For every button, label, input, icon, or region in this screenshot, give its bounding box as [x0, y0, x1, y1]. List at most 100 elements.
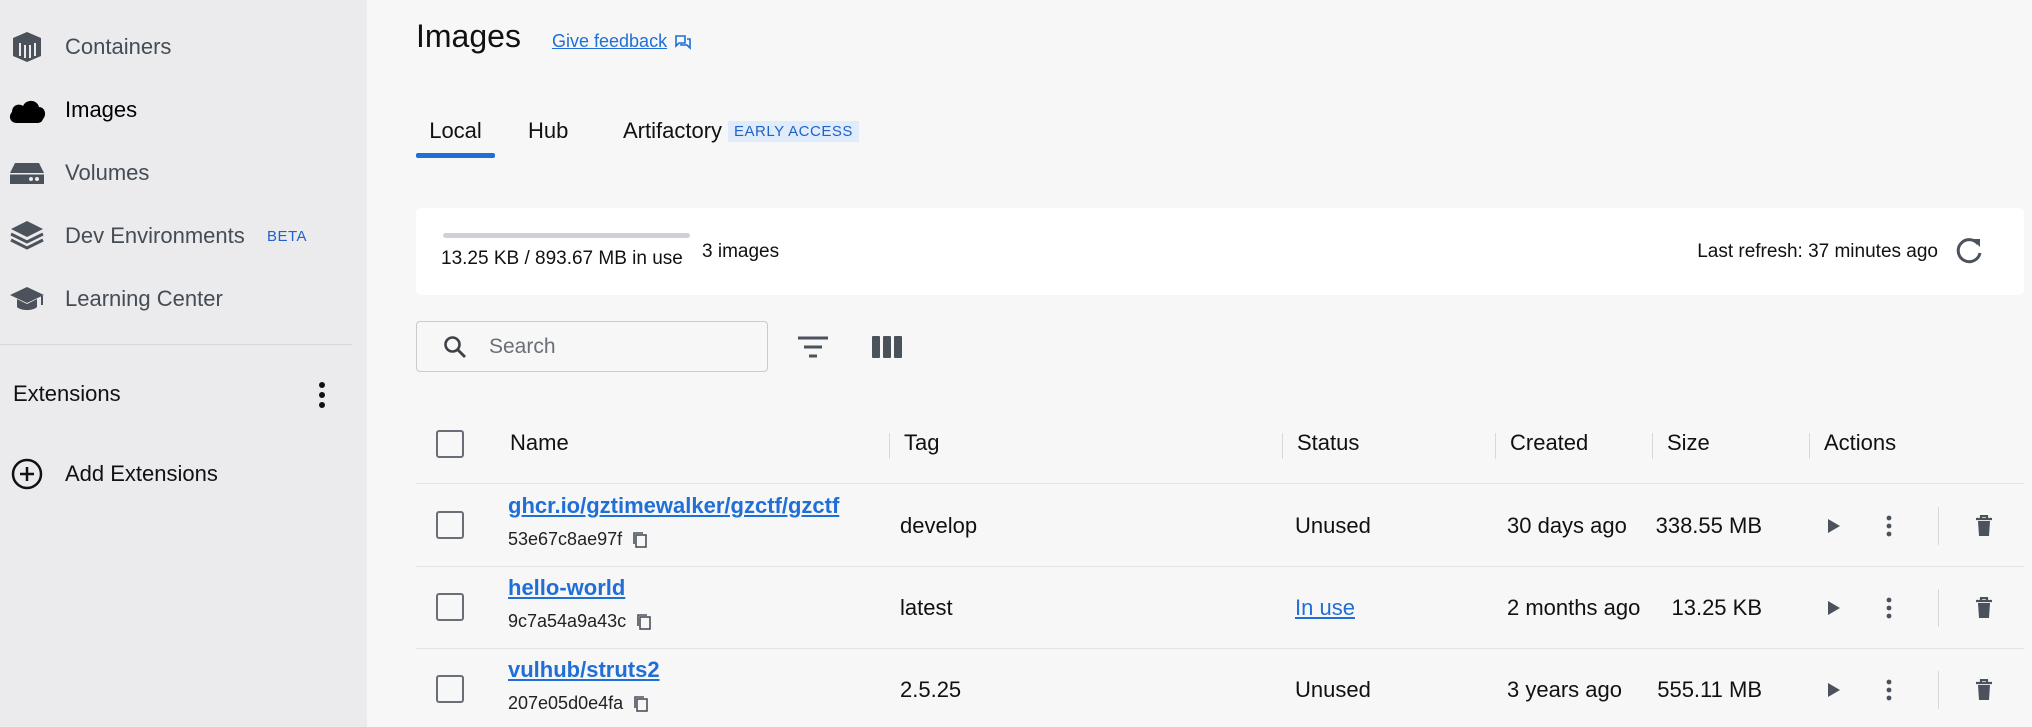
search-icon — [443, 335, 467, 359]
table-row: vulhub/struts2 207e05d0e4fa 2.5.25 Unuse… — [416, 649, 2024, 727]
sidebar-item-volumes[interactable]: Volumes — [0, 143, 367, 203]
dev-environments-icon — [6, 215, 48, 257]
delete-button[interactable] — [1969, 593, 1999, 623]
add-circle-icon — [10, 457, 44, 491]
table-row: hello-world 9c7a54a9a43c latest In use 2… — [416, 567, 2024, 649]
image-size: 555.11 MB — [1657, 677, 1762, 702]
column-header-created[interactable]: Created — [1510, 430, 1588, 456]
image-id-text: 207e05d0e4fa — [508, 693, 624, 713]
column-separator — [889, 433, 890, 459]
row-more-menu[interactable] — [1874, 593, 1904, 623]
trash-icon — [1976, 679, 1992, 700]
kebab-icon — [1886, 679, 1892, 701]
add-extensions-button[interactable]: Add Extensions — [0, 452, 360, 496]
sidebar-item-label: Learning Center — [65, 286, 223, 311]
image-id: 53e67c8ae97f — [508, 529, 648, 550]
extensions-more-menu[interactable] — [310, 378, 334, 412]
sidebar-item-label: Containers — [65, 34, 172, 59]
tab-local[interactable]: Local — [416, 110, 495, 158]
last-refresh-text: Last refresh: 37 minutes ago — [1697, 241, 1938, 262]
action-separator — [1938, 589, 1939, 627]
copy-icon[interactable] — [636, 613, 652, 631]
sidebar-item-label: Images — [65, 97, 138, 122]
tab-artifactory-label: Artifactory — [623, 118, 723, 143]
disk-usage-card: 13.25 KB / 893.67 MB in use 3 images Las… — [416, 208, 2024, 295]
tab-hub[interactable]: Hub — [528, 110, 568, 158]
row-more-menu[interactable] — [1874, 675, 1904, 705]
volume-drive-icon — [6, 152, 48, 194]
column-header-status[interactable]: Status — [1297, 430, 1359, 456]
image-name-link[interactable]: hello-world — [508, 575, 625, 601]
kebab-dot — [319, 402, 325, 408]
refresh-button[interactable] — [1952, 234, 1986, 268]
search-box[interactable] — [416, 321, 768, 372]
tab-hub-label: Hub — [528, 118, 569, 143]
sidebar-item-containers[interactable]: Containers — [0, 17, 367, 77]
sidebar-item-dev-environments[interactable]: Dev Environments BETA — [0, 206, 367, 266]
image-status-link[interactable]: In use — [1295, 595, 1355, 621]
sidebar-item-label: Dev Environments — [65, 223, 245, 248]
filter-button[interactable] — [795, 333, 831, 361]
kebab-icon — [1886, 515, 1892, 537]
action-separator — [1938, 671, 1939, 709]
row-select-checkbox[interactable] — [436, 593, 464, 621]
search-input[interactable] — [489, 332, 749, 362]
select-all-checkbox[interactable] — [436, 430, 464, 458]
give-feedback-label: Give feedback — [552, 31, 668, 51]
image-size: 13.25 KB — [1671, 595, 1762, 620]
copy-icon[interactable] — [632, 531, 648, 549]
image-count: 3 images — [702, 241, 780, 262]
columns-toggle-button[interactable] — [870, 333, 904, 361]
image-name-link[interactable]: ghcr.io/gztimewalker/gzctf/gzctf — [508, 493, 839, 519]
column-separator — [1495, 433, 1496, 459]
sidebar-item-learning-center[interactable]: Learning Center — [0, 269, 367, 329]
image-created: 30 days ago — [1507, 513, 1627, 538]
image-created: 2 months ago — [1507, 595, 1641, 620]
sidebar: Containers Images Volumes Dev Environmen… — [0, 0, 367, 727]
row-more-menu[interactable] — [1874, 511, 1904, 541]
extensions-title: Extensions — [13, 381, 121, 406]
image-tag: 2.5.25 — [900, 677, 962, 702]
image-id: 207e05d0e4fa — [508, 693, 649, 714]
cloud-icon — [6, 89, 48, 131]
kebab-icon — [1886, 597, 1892, 619]
sidebar-item-images[interactable]: Images — [0, 80, 367, 140]
containers-icon — [6, 26, 48, 68]
image-status: Unused — [1295, 513, 1371, 538]
image-id: 9c7a54a9a43c — [508, 611, 652, 632]
copy-icon[interactable] — [633, 695, 649, 713]
sidebar-item-label: Volumes — [65, 160, 150, 185]
play-icon — [1828, 683, 1840, 697]
run-button[interactable] — [1819, 593, 1849, 623]
column-separator — [1282, 433, 1283, 459]
row-select-checkbox[interactable] — [436, 675, 464, 703]
image-id-text: 53e67c8ae97f — [508, 529, 623, 549]
graduation-cap-icon — [6, 278, 48, 320]
early-access-badge: EARLY ACCESS — [728, 121, 859, 142]
tab-artifactory[interactable]: Artifactory EARLY ACCESS — [623, 110, 859, 158]
delete-button[interactable] — [1969, 511, 1999, 541]
disk-usage-text: 13.25 KB / 893.67 MB in use — [441, 248, 683, 269]
column-header-tag[interactable]: Tag — [904, 430, 939, 456]
kebab-dot — [319, 382, 325, 388]
view-columns-icon — [872, 336, 902, 358]
row-select-checkbox[interactable] — [436, 511, 464, 539]
run-button[interactable] — [1819, 511, 1849, 541]
docker-desktop-window: Containers Images Volumes Dev Environmen… — [0, 0, 2032, 727]
run-button[interactable] — [1819, 675, 1849, 705]
feedback-chat-icon — [675, 34, 691, 50]
image-created: 3 years ago — [1507, 677, 1622, 702]
refresh-icon — [1956, 238, 1982, 264]
image-name-link[interactable]: vulhub/struts2 — [508, 657, 660, 683]
column-separator — [1652, 433, 1653, 459]
image-tag: latest — [900, 595, 953, 620]
column-header-size[interactable]: Size — [1667, 430, 1710, 456]
image-status: Unused — [1295, 677, 1371, 702]
column-separator — [1809, 433, 1810, 459]
main-content: Images Give feedback Local Hub Artifacto… — [367, 0, 2032, 727]
give-feedback-link[interactable]: Give feedback — [552, 31, 691, 52]
delete-button[interactable] — [1969, 675, 1999, 705]
column-header-name[interactable]: Name — [510, 430, 569, 456]
beta-badge: BETA — [267, 227, 308, 245]
page-title: Images — [416, 18, 521, 54]
